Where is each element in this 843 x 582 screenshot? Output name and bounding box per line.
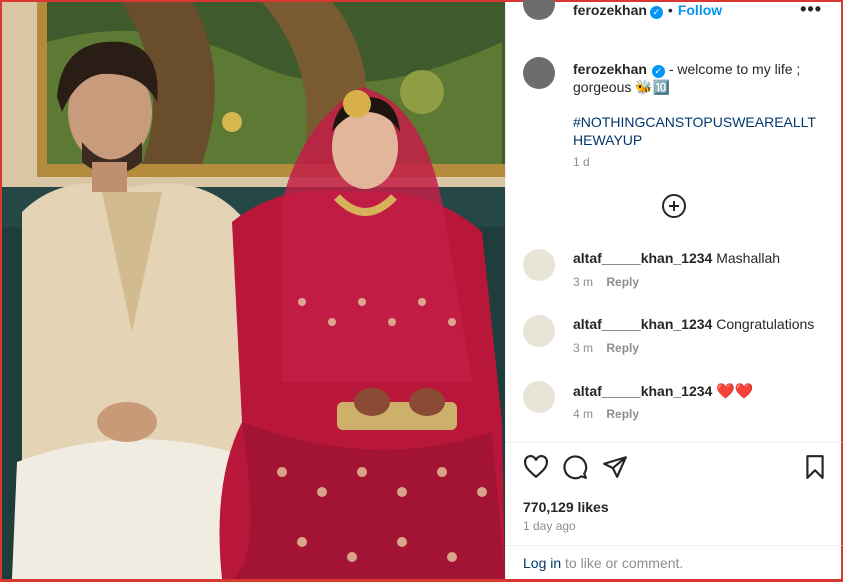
verified-badge-icon: ✓	[649, 6, 663, 19]
bookmark-icon[interactable]	[802, 454, 828, 480]
caption-verified-badge-icon: ✓	[651, 65, 665, 78]
comment-time: 3 m	[573, 341, 594, 355]
comment-time: 4 m	[573, 407, 594, 421]
caption-author-avatar[interactable]	[523, 57, 555, 89]
commenter-username[interactable]: altaf_____khan_1234	[573, 383, 712, 399]
caption-username[interactable]: ferozekhan	[573, 61, 647, 77]
post-image	[2, 2, 505, 579]
commenter-username[interactable]: altaf_____khan_1234	[573, 316, 712, 332]
send-icon[interactable]	[602, 454, 628, 480]
login-prompt: Log in to like or comment.	[523, 555, 683, 571]
reply-button[interactable]: Reply	[606, 275, 639, 289]
commenter-username[interactable]: altaf_____khan_1234	[573, 250, 712, 266]
post-date: 1 day ago	[523, 519, 576, 533]
author-avatar[interactable]	[523, 0, 555, 20]
post-header: ferozekhan ✓ • Follow •••	[506, 0, 842, 20]
caption-timestamp: 1 d	[573, 155, 590, 169]
comment-body: altaf_____khan_1234 ❤️❤️	[573, 382, 754, 400]
comment-meta: 3 m Reply	[573, 275, 639, 289]
comment-icon[interactable]	[562, 454, 588, 480]
comment-body: altaf_____khan_1234 Mashallah	[573, 250, 780, 266]
post-caption: ferozekhan ✓ - welcome to my life ; gorge…	[573, 60, 823, 96]
reply-button[interactable]: Reply	[606, 407, 639, 421]
comment-meta: 4 m Reply	[573, 407, 639, 421]
post-side-panel: ferozekhan ✓ • Follow ••• ferozekhan ✓ - wel…	[505, 0, 842, 579]
section-divider	[506, 442, 842, 443]
commenter-avatar[interactable]	[523, 315, 555, 347]
comment-item: altaf_____khan_1234 ❤️❤️ 4 m Reply	[506, 381, 842, 431]
post-photo[interactable]	[2, 2, 505, 579]
comment-meta: 3 m Reply	[573, 341, 639, 355]
more-options-icon[interactable]: •••	[800, 0, 822, 18]
comment-text: Mashallah	[716, 250, 781, 266]
comment-text: Congratulations	[716, 316, 815, 332]
follow-button[interactable]: Follow	[678, 2, 722, 18]
plus-circle-icon[interactable]	[662, 194, 686, 218]
separator-dot: •	[667, 2, 673, 18]
comment-body: altaf_____khan_1234 Congratulations	[573, 316, 814, 332]
likes-count[interactable]: 770,129 likes	[523, 499, 609, 515]
caption-hashtag[interactable]: #NOTHINGCANSTOPUSWEAREALLTHEWAYUP	[573, 113, 823, 149]
reply-button[interactable]: Reply	[606, 341, 639, 355]
footer-divider	[506, 545, 842, 546]
login-link[interactable]: Log in	[523, 555, 561, 571]
author-username[interactable]: ferozekhan	[573, 2, 647, 18]
comment-item: altaf_____khan_1234 Congratulations 3 m …	[506, 315, 842, 365]
comment-item: altaf_____khan_1234 Mashallah 3 m Reply	[506, 249, 842, 299]
action-bar	[506, 454, 842, 484]
heart-icon[interactable]	[523, 454, 549, 480]
commenter-avatar[interactable]	[523, 249, 555, 281]
author-line: ferozekhan ✓ • Follow	[573, 2, 722, 19]
commenter-avatar[interactable]	[523, 381, 555, 413]
login-suffix: to like or comment.	[561, 555, 684, 571]
comment-text: ❤️❤️	[716, 383, 754, 400]
comment-time: 3 m	[573, 275, 594, 289]
